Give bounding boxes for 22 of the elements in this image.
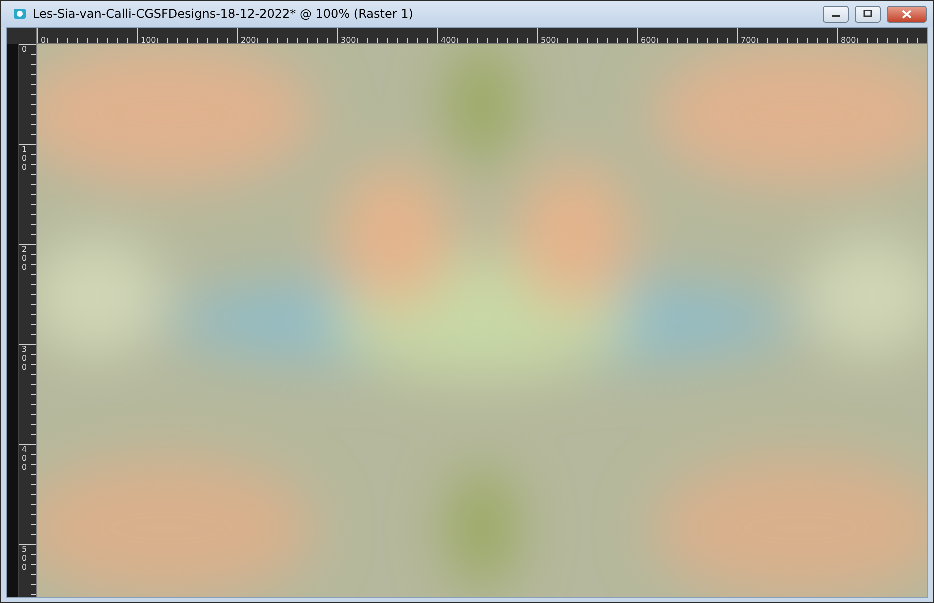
app-icon — [13, 7, 27, 21]
ruler-label: 500 — [540, 36, 558, 43]
ruler-label: 500 — [22, 545, 28, 572]
ruler-label: 200 — [240, 36, 258, 43]
ruler-label: 200 — [22, 245, 28, 272]
window-title: Les-Sia-van-Calli-CGSFDesigns-18-12-2022* @ 100% (Raster 1) — [33, 7, 414, 21]
close-button[interactable] — [887, 6, 927, 22]
maximize-button[interactable] — [855, 6, 881, 22]
minimize-button[interactable] — [823, 6, 849, 22]
maximize-icon — [863, 10, 873, 18]
ruler-label: 400 — [440, 36, 458, 43]
ruler-label: 400 — [22, 445, 28, 472]
ruler-label: 800 — [840, 36, 858, 43]
ruler-label: 0 — [40, 36, 48, 43]
ruler-label: 600 — [640, 36, 658, 43]
ruler-label: 300 — [340, 36, 358, 43]
ruler-label: 100 — [140, 36, 158, 43]
ruler-label: 100 — [22, 145, 28, 172]
ruler-label: 700 — [740, 36, 758, 43]
ruler-label: 300 — [22, 345, 28, 372]
ruler-label: 0 — [22, 45, 28, 54]
close-icon — [902, 10, 912, 18]
